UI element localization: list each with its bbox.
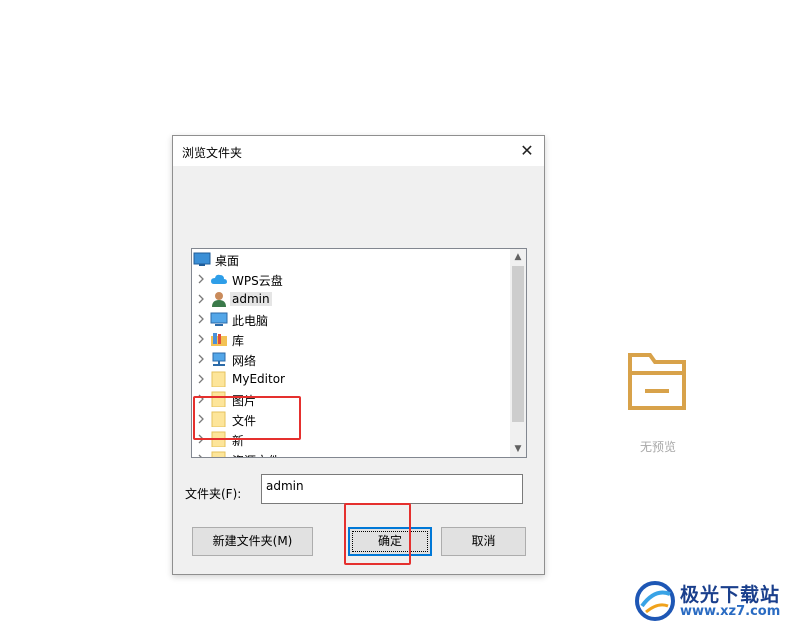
tree-item[interactable]: WPS云盘 [192,269,510,289]
watermark-url: www.xz7.com [680,604,781,619]
cloud-icon [210,271,228,287]
chevron-right-icon[interactable] [196,272,206,286]
tree-item[interactable]: 库 [192,329,510,349]
scroll-thumb[interactable] [512,266,524,422]
tree-item-label: 桌面 [215,254,240,268]
tree-item-label: MyEditor [232,372,285,386]
watermark: 极光下载站 www.xz7.com [634,578,794,626]
tree-item-label: admin [230,292,272,306]
scroll-up-icon[interactable]: ▲ [510,249,526,265]
folder-preview-icon [628,353,686,410]
computer-icon [210,311,228,327]
folder-icon [210,451,228,457]
tree-item[interactable]: 桌面 [192,249,510,269]
close-icon[interactable]: ✕ [516,140,538,162]
tree-item-label: 资源文件 [232,452,280,457]
desktop-icon [193,251,211,267]
tree-item[interactable]: 资源文件 [192,449,510,457]
dialog-title: 浏览文件夹 [182,146,243,160]
cancel-button[interactable]: 取消 [441,527,526,556]
library-icon [210,331,228,347]
user-icon [210,291,228,307]
xz7-logo-icon [635,581,675,621]
tree-item[interactable]: 网络 [192,349,510,369]
tree-scrollbar[interactable]: ▲ ▼ [510,249,526,457]
tree-item[interactable]: MyEditor [192,369,510,389]
folder-icon [210,371,228,388]
no-preview-text: 无预览 [640,440,677,454]
highlight-box-ok [344,503,411,565]
folder-label: 文件夹(F): [185,487,242,501]
chevron-right-icon[interactable] [196,292,206,306]
chevron-right-icon[interactable] [196,372,206,386]
chevron-right-icon[interactable] [196,312,206,326]
watermark-title: 极光下载站 [680,584,781,606]
tree-item-label: WPS云盘 [232,274,283,288]
network-icon [210,351,228,367]
new-folder-button[interactable]: 新建文件夹(M) [192,527,313,556]
dialog-titlebar: 浏览文件夹 ✕ [173,136,544,166]
scroll-down-icon[interactable]: ▼ [510,441,526,457]
chevron-right-icon[interactable] [196,452,206,457]
tree-item-label: 此电脑 [232,314,269,328]
tree-item[interactable]: admin [192,289,510,309]
tree-item[interactable]: 此电脑 [192,309,510,329]
chevron-right-icon[interactable] [196,352,206,366]
tree-item-label: 网络 [232,354,257,368]
highlight-box-folder [193,396,301,440]
chevron-right-icon[interactable] [196,332,206,346]
folder-input[interactable]: admin [261,474,523,504]
tree-item-label: 库 [232,334,245,348]
